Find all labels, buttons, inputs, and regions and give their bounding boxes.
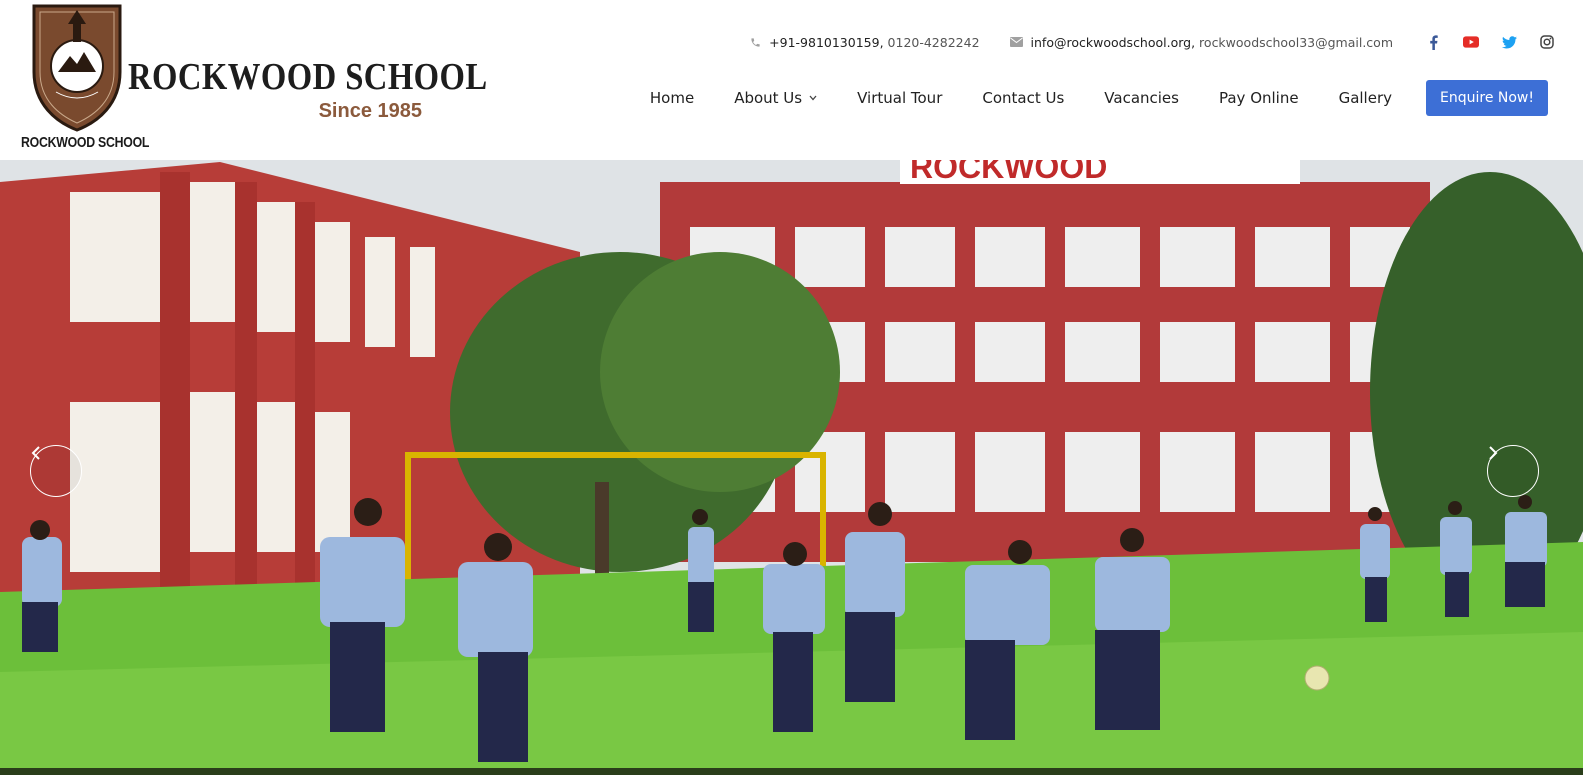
phone-secondary: 0120-4282242: [883, 34, 980, 50]
phone-icon: [750, 37, 761, 48]
facebook-icon[interactable]: [1425, 34, 1441, 50]
brand-block: ROCKWOOD SCHOOL Since 1985: [128, 56, 488, 122]
phone-primary: +91-9810130159,: [769, 34, 884, 50]
main-nav: Home About Us Virtual Tour Contact Us Va…: [650, 80, 1548, 116]
hero-slider[interactable]: ROCKWOOD: [0, 152, 1583, 775]
nav-item-about-us[interactable]: About Us: [734, 89, 817, 107]
contact-bar: +91-9810130159, 0120-4282242 info@rockwo…: [750, 32, 1555, 52]
nav-item-home[interactable]: Home: [650, 89, 694, 107]
twitter-icon[interactable]: [1501, 34, 1517, 50]
school-name: ROCKWOOD SCHOOL: [128, 56, 488, 98]
nav-label: Contact Us: [982, 89, 1065, 107]
email-secondary: rockwoodschool33@gmail.com: [1195, 34, 1393, 50]
nav-label: Pay Online: [1218, 89, 1299, 107]
nav-item-pay-online[interactable]: Pay Online: [1219, 89, 1299, 107]
instagram-icon[interactable]: [1539, 34, 1555, 50]
nav-item-contact-us[interactable]: Contact Us: [982, 89, 1064, 107]
email-contact[interactable]: info@rockwoodschool.org, rockwoodschool3…: [1009, 34, 1393, 50]
social-links: [1425, 34, 1555, 50]
nav-label: About Us: [734, 89, 803, 107]
site-header: ROCKWOOD SCHOOL ROCKWOOD SCHOOL Since 19…: [0, 0, 1583, 160]
slider-prev-button[interactable]: [30, 445, 82, 497]
nav-item-gallery[interactable]: Gallery: [1339, 89, 1392, 107]
nav-label: Gallery: [1338, 89, 1393, 107]
nav-label: Virtual Tour: [857, 89, 943, 107]
nav-item-virtual-tour[interactable]: Virtual Tour: [857, 89, 942, 107]
slider-next-button[interactable]: [1487, 445, 1539, 497]
nav-label: Vacancies: [1104, 89, 1179, 107]
youtube-icon[interactable]: [1463, 34, 1479, 50]
school-crest-icon: [32, 4, 122, 132]
nav-item-vacancies[interactable]: Vacancies: [1104, 89, 1179, 107]
email-primary: info@rockwoodschool.org,: [1030, 34, 1196, 50]
chevron-down-icon: [809, 93, 817, 104]
enquire-now-button[interactable]: Enquire Now!: [1426, 80, 1548, 116]
envelope-icon: [1009, 37, 1023, 47]
logo-caption: ROCKWOOD SCHOOL: [21, 134, 150, 151]
hero-campus-image: ROCKWOOD: [0, 152, 1583, 775]
phone-contact[interactable]: +91-9810130159, 0120-4282242: [750, 34, 980, 50]
site-logo[interactable]: ROCKWOOD SCHOOL: [18, 0, 150, 158]
nav-label: Home: [649, 89, 695, 107]
since-tagline: Since 1985: [318, 100, 422, 122]
hero-bottom-edge: [0, 768, 1583, 775]
